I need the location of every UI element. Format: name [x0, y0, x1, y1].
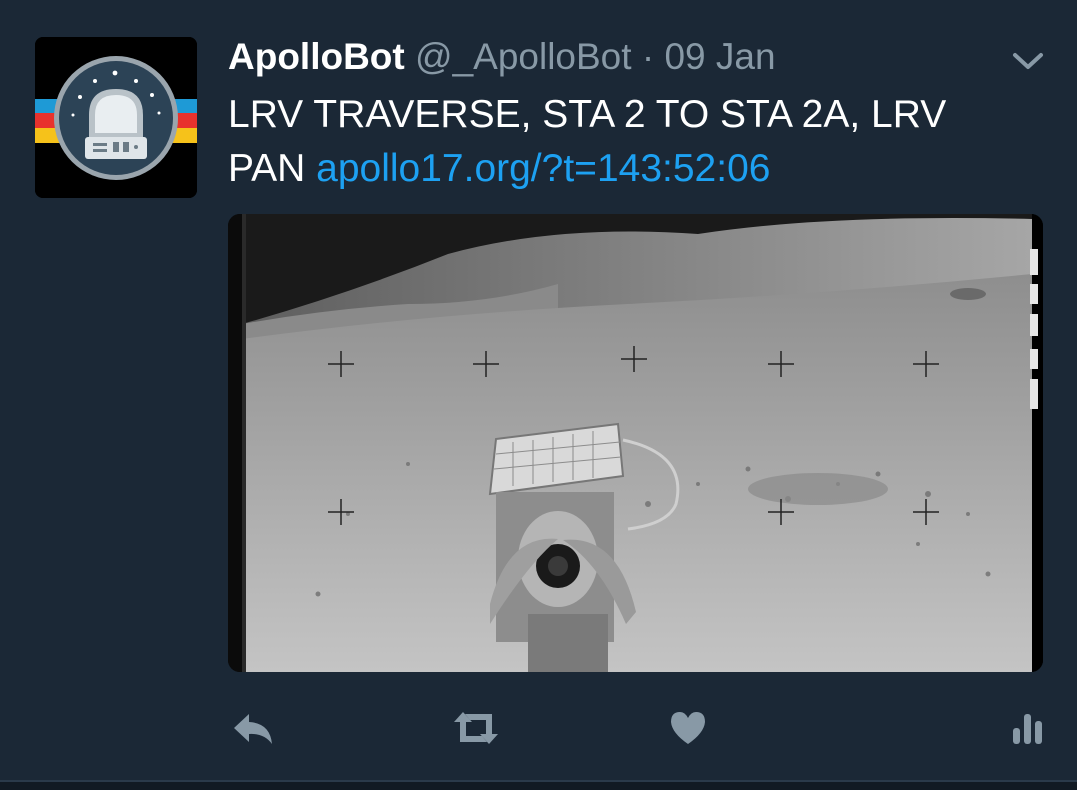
- avatar[interactable]: [35, 37, 197, 198]
- heart-icon[interactable]: [668, 706, 708, 750]
- divider: [0, 780, 1077, 790]
- tweet-link[interactable]: apollo17.org/?t=143:52:06: [316, 147, 770, 190]
- tweet-photo[interactable]: [228, 214, 1043, 672]
- tweet-actions: [0, 706, 1077, 750]
- lunar-surface-photo: [228, 214, 1043, 672]
- timestamp[interactable]: 09 Jan: [664, 36, 775, 77]
- analytics-icon[interactable]: [1010, 706, 1046, 750]
- display-name[interactable]: ApolloBot: [228, 36, 405, 77]
- chevron-down-icon[interactable]: [1010, 48, 1046, 74]
- separator-dot: ·: [641, 36, 655, 77]
- reply-icon[interactable]: [230, 706, 276, 750]
- user-handle[interactable]: @_ApolloBot: [415, 36, 632, 77]
- tweet-text: LRV TRAVERSE, STA 2 TO STA 2A, LRV PAN a…: [228, 88, 1028, 196]
- tweet[interactable]: ApolloBot @_ApolloBot · 09 Jan LRV TRAVE…: [0, 0, 1077, 780]
- retweet-icon[interactable]: [450, 706, 502, 750]
- apollo-helmet-logo-icon: [35, 37, 197, 198]
- tweet-header: ApolloBot @_ApolloBot · 09 Jan: [228, 34, 776, 80]
